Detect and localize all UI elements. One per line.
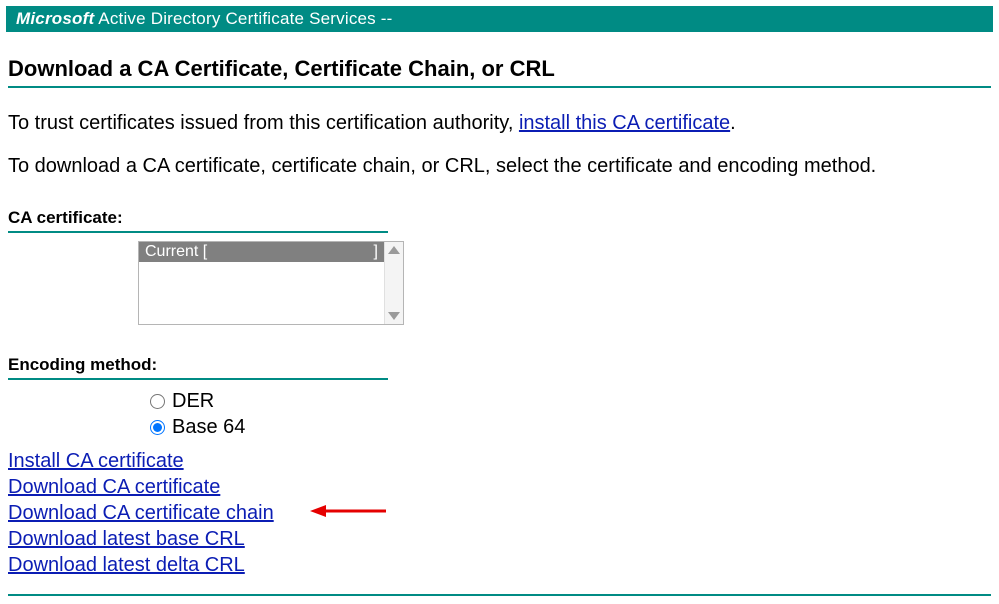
download-ca-chain-link[interactable]: Download CA certificate chain: [8, 502, 274, 524]
radio-der-label: DER: [172, 388, 214, 414]
listbox-item-right: ]: [374, 243, 378, 261]
ca-certificate-listbox[interactable]: Current [ ]: [138, 241, 404, 325]
encoding-rule: [8, 378, 388, 380]
scroll-up-icon[interactable]: [388, 246, 400, 254]
action-link-list: Install CA certificate Download CA certi…: [8, 448, 991, 578]
bottom-rule: [8, 594, 991, 596]
install-ca-link[interactable]: Install CA certificate: [8, 450, 184, 472]
listbox-body[interactable]: Current [ ]: [139, 242, 384, 324]
listbox-scrollbar[interactable]: [384, 242, 403, 324]
red-arrow-icon: [308, 500, 388, 526]
encoding-radio-group: DER Base 64: [150, 388, 991, 440]
scroll-down-icon[interactable]: [388, 312, 400, 320]
brand-label: Microsoft: [16, 9, 94, 28]
download-base-crl-link[interactable]: Download latest base CRL: [8, 528, 245, 550]
radio-base64-label: Base 64: [172, 414, 245, 440]
install-ca-inline-link[interactable]: install this CA certificate: [519, 112, 730, 134]
header-bar: Microsoft Active Directory Certificate S…: [6, 6, 993, 32]
listbox-item-current[interactable]: Current [ ]: [139, 242, 384, 262]
title-rule: [8, 86, 991, 88]
instructions-line: To download a CA certificate, certificat…: [8, 155, 991, 178]
radio-base64-input[interactable]: [150, 420, 165, 435]
ca-certificate-label: CA certificate:: [8, 208, 991, 228]
radio-der[interactable]: DER: [150, 388, 991, 414]
encoding-method-label: Encoding method:: [8, 355, 991, 375]
download-ca-cert-link[interactable]: Download CA certificate: [8, 476, 220, 498]
intro-line: To trust certificates issued from this c…: [8, 112, 991, 135]
ca-rule: [8, 231, 388, 233]
download-delta-crl-link[interactable]: Download latest delta CRL: [8, 554, 245, 576]
page-title: Download a CA Certificate, Certificate C…: [8, 56, 991, 82]
intro-suffix: .: [730, 112, 736, 134]
intro-prefix: To trust certificates issued from this c…: [8, 112, 519, 134]
product-label: Active Directory Certificate Services --: [94, 9, 392, 28]
radio-der-input[interactable]: [150, 394, 165, 409]
listbox-item-left: Current [: [145, 243, 207, 261]
radio-base64[interactable]: Base 64: [150, 414, 991, 440]
